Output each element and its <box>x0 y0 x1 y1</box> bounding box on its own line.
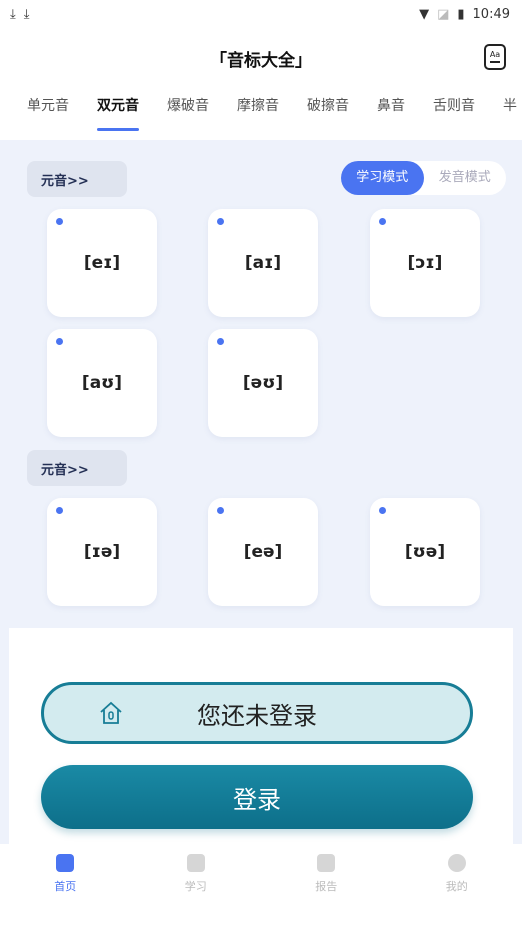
phonetic-symbol: [əʊ] <box>242 373 284 393</box>
tab-diphthong[interactable]: 双元音 <box>97 88 139 132</box>
nav-label: 学习 <box>184 880 207 893</box>
phonetic-symbol: [eə] <box>243 542 283 562</box>
indicator-dot <box>379 218 386 225</box>
section-tag: 元音>> <box>27 161 127 197</box>
phonetic-card[interactable]: [aʊ] <box>47 329 157 437</box>
indicator-dot <box>56 218 63 225</box>
tab-monophthong[interactable]: 单元音 <box>27 88 69 132</box>
indicator-dot <box>217 338 224 345</box>
chart-icon <box>317 854 336 872</box>
nav-report[interactable]: 报告 <box>261 844 392 928</box>
phonetic-symbol: [ʊə] <box>404 542 446 562</box>
tab-lateral[interactable]: 舌则音 <box>433 88 475 132</box>
pronounce-mode-button[interactable]: 发音模式 <box>424 161 507 195</box>
phonetic-symbol: [eɪ] <box>83 253 121 273</box>
wifi-icon: ▼ <box>419 6 430 22</box>
tab-affricate[interactable]: 破擦音 <box>307 88 349 132</box>
tab-fricative[interactable]: 摩擦音 <box>237 88 279 132</box>
book-icon <box>186 854 205 872</box>
section-tag: 元音>> <box>27 450 127 486</box>
battery-icon: ▮ <box>457 6 465 22</box>
phonetic-card[interactable]: [eə] <box>208 498 318 606</box>
font-size-button[interactable]: Aa <box>484 44 506 70</box>
status-bar: ⤓ ⤓ ▼ ◪ ▮ 10:49 <box>0 0 522 28</box>
home-icon <box>56 854 75 872</box>
tab-semivowel[interactable]: 半 <box>503 88 517 132</box>
page-title: 「音标大全」 <box>210 51 312 71</box>
login-prompt-text: 您还未登录 <box>197 701 317 730</box>
phonetic-card[interactable]: [eɪ] <box>47 209 157 317</box>
nav-label: 首页 <box>54 880 77 893</box>
nav-home[interactable]: 首页 <box>0 844 131 928</box>
login-prompt[interactable]: 您还未登录 <box>41 682 473 744</box>
mode-toggle: 学习模式 发音模式 <box>341 161 506 195</box>
profile-icon <box>447 854 466 872</box>
tab-nasal[interactable]: 鼻音 <box>377 88 405 132</box>
header: 「音标大全」 Aa <box>0 28 522 88</box>
indicator-dot <box>217 218 224 225</box>
learn-mode-button[interactable]: 学习模式 <box>341 161 424 195</box>
indicator-dot <box>56 338 63 345</box>
download-icon: ⤓ <box>10 6 16 22</box>
font-size-icon: Aa <box>489 50 501 60</box>
indicator-dot <box>217 507 224 514</box>
nav-study[interactable]: 学习 <box>131 844 262 928</box>
phonetic-symbol: [aɪ] <box>244 253 282 273</box>
phonetic-card[interactable]: [ɪə] <box>47 498 157 606</box>
phonetic-card[interactable]: [ʊə] <box>370 498 480 606</box>
nav-label: 报告 <box>315 880 338 893</box>
phonetic-card[interactable]: [ɔɪ] <box>370 209 480 317</box>
phonetic-symbol: [aʊ] <box>81 373 123 393</box>
signal-icon: ◪ <box>437 6 450 22</box>
indicator-dot <box>379 507 386 514</box>
tab-plosive[interactable]: 爆破音 <box>167 88 209 132</box>
bottom-nav: 首页 学习 报告 我的 <box>0 844 522 928</box>
category-tabs: 单元音 双元音 爆破音 摩擦音 破擦音 鼻音 舌则音 半 <box>0 88 522 136</box>
phonetic-symbol: [ɔɪ] <box>407 253 443 273</box>
nav-profile[interactable]: 我的 <box>392 844 522 928</box>
indicator-dot <box>56 507 63 514</box>
status-time: 10:49 <box>472 6 510 22</box>
phonetic-card[interactable]: [əʊ] <box>208 329 318 437</box>
phonetic-symbol: [ɪə] <box>83 542 121 562</box>
login-button[interactable]: 登录 <box>41 765 473 829</box>
download-icon: ⤓ <box>23 6 30 22</box>
phonetic-card[interactable]: [aɪ] <box>208 209 318 317</box>
nav-label: 我的 <box>445 880 468 893</box>
